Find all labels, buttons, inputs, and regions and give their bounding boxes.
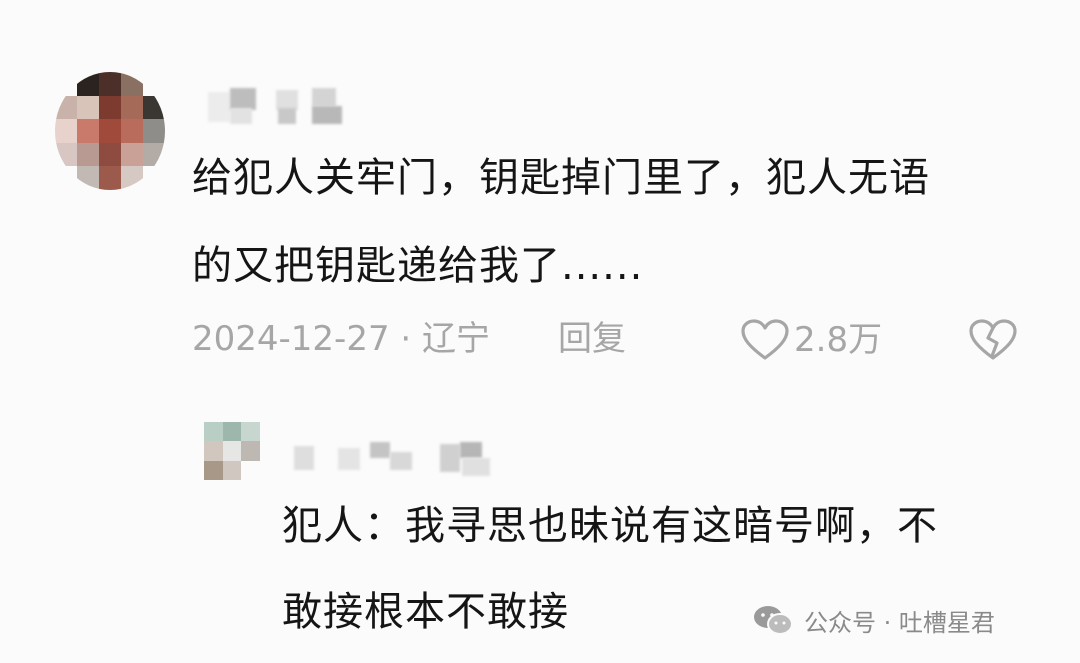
commenter-avatar[interactable] xyxy=(55,72,165,190)
replier-avatar[interactable] xyxy=(204,422,260,480)
wechat-icon xyxy=(754,606,793,635)
comment-thread: 给犯人关牢门，钥匙掉门里了，犯人无语 的又把钥匙递给我了...... 2024-… xyxy=(0,0,1080,663)
heart-outline-icon xyxy=(741,319,789,360)
comment-text-line-1: 给犯人关牢门，钥匙掉门里了，犯人无语 xyxy=(192,155,930,201)
commenter-username-blurred[interactable] xyxy=(200,86,360,126)
reply-button[interactable]: 回复 xyxy=(558,322,626,356)
broken-heart-icon[interactable] xyxy=(968,318,1018,362)
comment-date-location: 2024-12-27 · 辽宁 xyxy=(192,319,491,359)
like-count: 2.8万 xyxy=(794,320,883,360)
reply-text-line-2: 敢接根本不敢接 xyxy=(282,589,569,635)
watermark: 公众号 · 吐槽星君 xyxy=(752,600,995,640)
like-button[interactable]: 2.8万 xyxy=(740,318,882,362)
reply-text-line-1: 犯人：我寻思也昧说有这暗号啊，不 xyxy=(282,503,938,549)
comment-text-line-2: 的又把钥匙递给我了...... xyxy=(192,243,644,289)
watermark-text: 公众号 · 吐槽星君 xyxy=(804,608,995,637)
replier-username-blurred[interactable] xyxy=(290,438,530,478)
